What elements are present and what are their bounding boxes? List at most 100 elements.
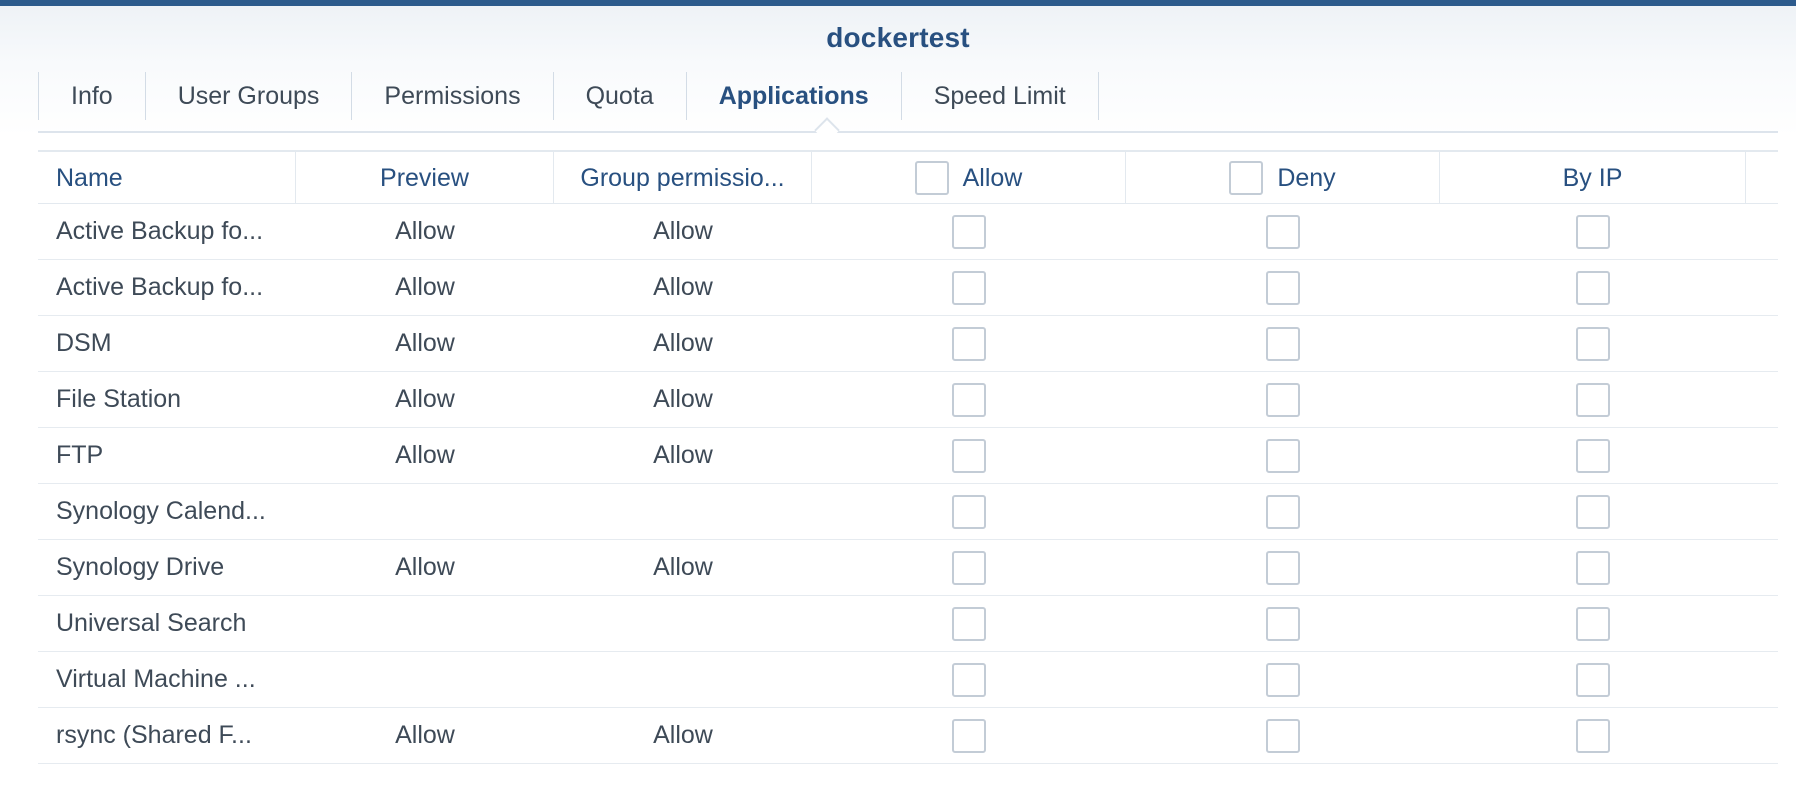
allow-checkbox[interactable] — [952, 326, 986, 361]
app-name: Active Backup fo... — [56, 273, 264, 301]
tab-applications[interactable]: Applications — [685, 72, 901, 120]
app-name: Synology Drive — [56, 553, 225, 581]
app-name: Synology Calend... — [56, 497, 266, 525]
allow-cell — [812, 372, 1126, 427]
by-ip-checkbox[interactable] — [1576, 494, 1610, 529]
allow-checkbox[interactable] — [952, 606, 986, 641]
applications-grid: Name Preview Group permissio... Allow De… — [38, 150, 1778, 764]
column-header-group-permission[interactable]: Group permissio... — [554, 152, 812, 204]
table-row[interactable]: File Station Allow Allow — [38, 372, 1778, 428]
preview-value: Allow — [395, 721, 455, 749]
by-ip-cell — [1440, 316, 1746, 371]
table-row[interactable]: FTP Allow Allow — [38, 428, 1778, 484]
deny-cell — [1126, 596, 1440, 651]
column-header-spacer — [1746, 152, 1778, 204]
allow-checkbox[interactable] — [952, 214, 986, 249]
app-name: Active Backup fo... — [56, 217, 264, 245]
tab-user-groups[interactable]: User Groups — [144, 72, 352, 120]
column-header-allow-label: Allow — [962, 163, 1023, 192]
by-ip-cell — [1440, 652, 1746, 707]
app-name: FTP — [56, 441, 104, 469]
allow-cell — [812, 316, 1126, 371]
table-row[interactable]: Active Backup fo... Allow Allow — [38, 260, 1778, 316]
column-header-by-ip[interactable]: By IP — [1440, 152, 1746, 204]
deny-checkbox[interactable] — [1266, 662, 1300, 697]
app-name: File Station — [56, 385, 182, 413]
by-ip-checkbox[interactable] — [1576, 662, 1610, 697]
table-row[interactable]: Synology Drive Allow Allow — [38, 540, 1778, 596]
deny-cell — [1126, 316, 1440, 371]
allow-checkbox[interactable] — [952, 438, 986, 473]
window-title: dockertest — [826, 22, 970, 53]
deny-checkbox[interactable] — [1266, 718, 1300, 753]
by-ip-cell — [1440, 708, 1746, 763]
allow-checkbox[interactable] — [952, 382, 986, 417]
group-permission-value: Allow — [653, 553, 713, 581]
tab-permissions[interactable]: Permissions — [351, 72, 552, 120]
allow-checkbox[interactable] — [952, 662, 986, 697]
group-permission-value: Allow — [653, 721, 713, 749]
allow-checkbox[interactable] — [952, 718, 986, 753]
by-ip-checkbox[interactable] — [1576, 718, 1610, 753]
tab-underline — [38, 131, 1778, 133]
by-ip-cell — [1440, 204, 1746, 259]
by-ip-checkbox[interactable] — [1576, 550, 1610, 585]
by-ip-checkbox[interactable] — [1576, 438, 1610, 473]
tab-quota[interactable]: Quota — [552, 72, 686, 120]
preview-value: Allow — [395, 217, 455, 245]
table-row[interactable]: rsync (Shared F... Allow Allow — [38, 708, 1778, 764]
group-permission-value: Allow — [653, 329, 713, 357]
column-header-preview[interactable]: Preview — [296, 152, 554, 204]
group-permission-value: Allow — [653, 441, 713, 469]
by-ip-cell — [1440, 260, 1746, 315]
deny-checkbox[interactable] — [1266, 326, 1300, 361]
deny-cell — [1126, 708, 1440, 763]
table-row[interactable]: Active Backup fo... Allow Allow — [38, 204, 1778, 260]
tab-speed-limit[interactable]: Speed Limit — [900, 72, 1099, 120]
by-ip-checkbox[interactable] — [1576, 214, 1610, 249]
table-row[interactable]: Synology Calend... — [38, 484, 1778, 540]
table-row[interactable]: DSM Allow Allow — [38, 316, 1778, 372]
allow-cell — [812, 484, 1126, 539]
column-header-name[interactable]: Name — [38, 152, 296, 204]
preview-value: Allow — [395, 329, 455, 357]
preview-value: Allow — [395, 553, 455, 581]
group-permission-value: Allow — [653, 217, 713, 245]
deny-all-checkbox[interactable] — [1229, 161, 1264, 195]
allow-checkbox[interactable] — [952, 550, 986, 585]
user-edit-dialog: dockertest Info User Groups Permissions … — [0, 0, 1796, 800]
by-ip-checkbox[interactable] — [1576, 326, 1610, 361]
by-ip-checkbox[interactable] — [1576, 606, 1610, 641]
allow-cell — [812, 708, 1126, 763]
group-permission-value — [554, 484, 812, 539]
group-permission-value — [554, 652, 812, 707]
by-ip-cell — [1440, 372, 1746, 427]
by-ip-cell — [1440, 596, 1746, 651]
deny-checkbox[interactable] — [1266, 550, 1300, 585]
allow-checkbox[interactable] — [952, 270, 986, 305]
by-ip-cell — [1440, 484, 1746, 539]
by-ip-cell — [1440, 428, 1746, 483]
by-ip-checkbox[interactable] — [1576, 382, 1610, 417]
group-permission-value: Allow — [653, 385, 713, 413]
deny-checkbox[interactable] — [1266, 382, 1300, 417]
deny-checkbox[interactable] — [1266, 270, 1300, 305]
tab-info[interactable]: Info — [38, 72, 145, 120]
app-name: rsync (Shared F... — [56, 721, 252, 749]
table-row[interactable]: Universal Search — [38, 596, 1778, 652]
allow-cell — [812, 260, 1126, 315]
column-header-deny-label: Deny — [1277, 163, 1336, 192]
preview-value: Allow — [395, 441, 455, 469]
allow-checkbox[interactable] — [952, 494, 986, 529]
deny-checkbox[interactable] — [1266, 214, 1300, 249]
column-header-deny: Deny — [1126, 152, 1440, 204]
deny-checkbox[interactable] — [1266, 606, 1300, 641]
deny-checkbox[interactable] — [1266, 438, 1300, 473]
preview-value — [296, 596, 554, 651]
table-row[interactable]: Virtual Machine ... — [38, 652, 1778, 708]
deny-checkbox[interactable] — [1266, 494, 1300, 529]
deny-cell — [1126, 260, 1440, 315]
group-permission-value: Allow — [653, 273, 713, 301]
by-ip-checkbox[interactable] — [1576, 270, 1610, 305]
allow-all-checkbox[interactable] — [914, 161, 949, 195]
